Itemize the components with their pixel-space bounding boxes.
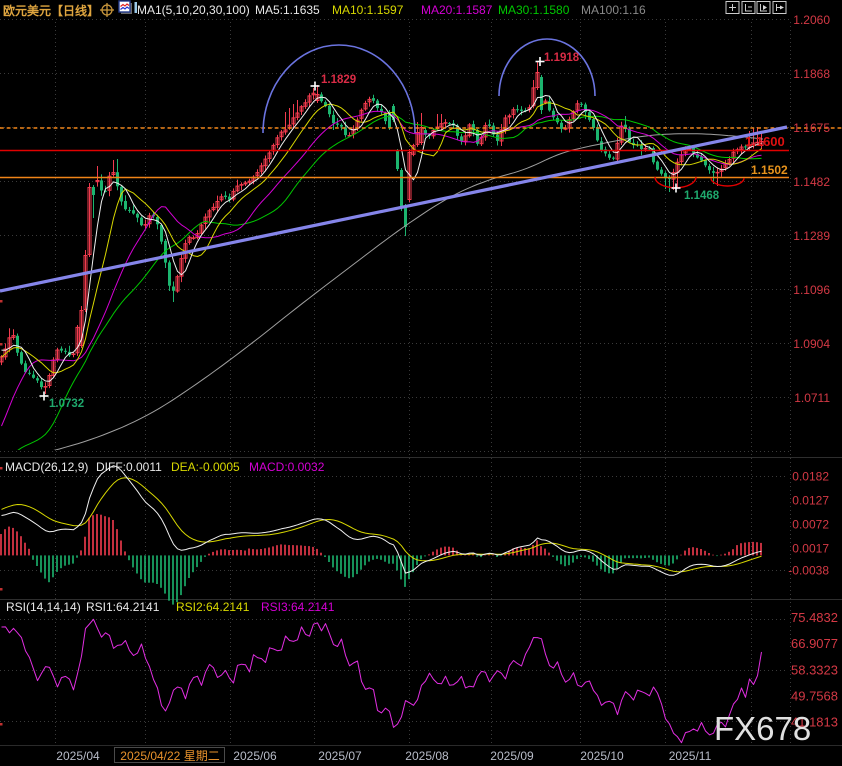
svg-text:1.1482: 1.1482	[793, 175, 830, 189]
svg-text:1.1675: 1.1675	[793, 121, 830, 135]
svg-text:2025/08: 2025/08	[405, 749, 449, 763]
svg-text:66.9077: 66.9077	[791, 636, 838, 651]
svg-text:1.1600: 1.1600	[745, 134, 785, 149]
svg-text:RSI(14,14,14): RSI(14,14,14)	[6, 600, 81, 614]
svg-text:MA20:1.1587: MA20:1.1587	[421, 3, 493, 17]
svg-text:DEA:-0.0005: DEA:-0.0005	[171, 460, 240, 474]
svg-text:2025/11: 2025/11	[669, 749, 712, 763]
svg-text:1.1918: 1.1918	[544, 52, 580, 64]
svg-text:MA5:1.1635: MA5:1.1635	[255, 3, 320, 17]
svg-text:MACD:0.0032: MACD:0.0032	[249, 460, 325, 474]
svg-text:RSI1:64.2141: RSI1:64.2141	[86, 600, 160, 614]
svg-text:1.1868: 1.1868	[793, 67, 830, 81]
svg-text:RSI2:64.2141: RSI2:64.2141	[176, 600, 250, 614]
svg-text:1.1502: 1.1502	[751, 163, 788, 177]
svg-text:1.0904: 1.0904	[793, 337, 830, 351]
svg-text:1.0732: 1.0732	[49, 398, 84, 410]
svg-text:欧元美元【日线】: 欧元美元【日线】	[3, 3, 99, 18]
svg-text:-0.0038: -0.0038	[788, 564, 829, 578]
svg-text:0.0072: 0.0072	[792, 518, 829, 532]
svg-text:2025/06: 2025/06	[233, 749, 277, 763]
svg-text:MA100:1.16: MA100:1.16	[581, 3, 646, 17]
svg-text:MA1(5,10,20,30,100): MA1(5,10,20,30,100)	[137, 3, 250, 17]
svg-text:0.0127: 0.0127	[792, 494, 829, 508]
svg-text:49.7568: 49.7568	[791, 689, 838, 704]
svg-text:1.1829: 1.1829	[321, 74, 356, 86]
svg-text:MACD(26,12,9): MACD(26,12,9)	[5, 460, 88, 474]
svg-text:2025/07: 2025/07	[318, 749, 362, 763]
svg-text:75.4832: 75.4832	[791, 610, 838, 625]
svg-text:58.3323: 58.3323	[791, 663, 838, 678]
svg-text:2025/04: 2025/04	[56, 749, 100, 763]
svg-text:1.1289: 1.1289	[793, 229, 830, 243]
svg-text:2025/09: 2025/09	[490, 749, 534, 763]
svg-text:MA30:1.1580: MA30:1.1580	[498, 3, 570, 17]
svg-text:1.0711: 1.0711	[794, 391, 830, 405]
svg-text:1.1096: 1.1096	[793, 283, 830, 297]
svg-text:1.2060: 1.2060	[793, 13, 830, 27]
svg-text:MA10:1.1597: MA10:1.1597	[332, 3, 404, 17]
svg-text:DIFF:0.0011: DIFF:0.0011	[96, 460, 162, 474]
svg-text:0.0017: 0.0017	[792, 542, 829, 556]
svg-text:2025/04/22 星期二: 2025/04/22 星期二	[120, 749, 219, 763]
svg-text:2025/10: 2025/10	[580, 749, 624, 763]
svg-text:RSI3:64.2141: RSI3:64.2141	[261, 600, 335, 614]
svg-text:FX678: FX678	[714, 710, 811, 747]
svg-text:0.0182: 0.0182	[792, 470, 829, 484]
svg-text:1.1468: 1.1468	[684, 190, 720, 202]
